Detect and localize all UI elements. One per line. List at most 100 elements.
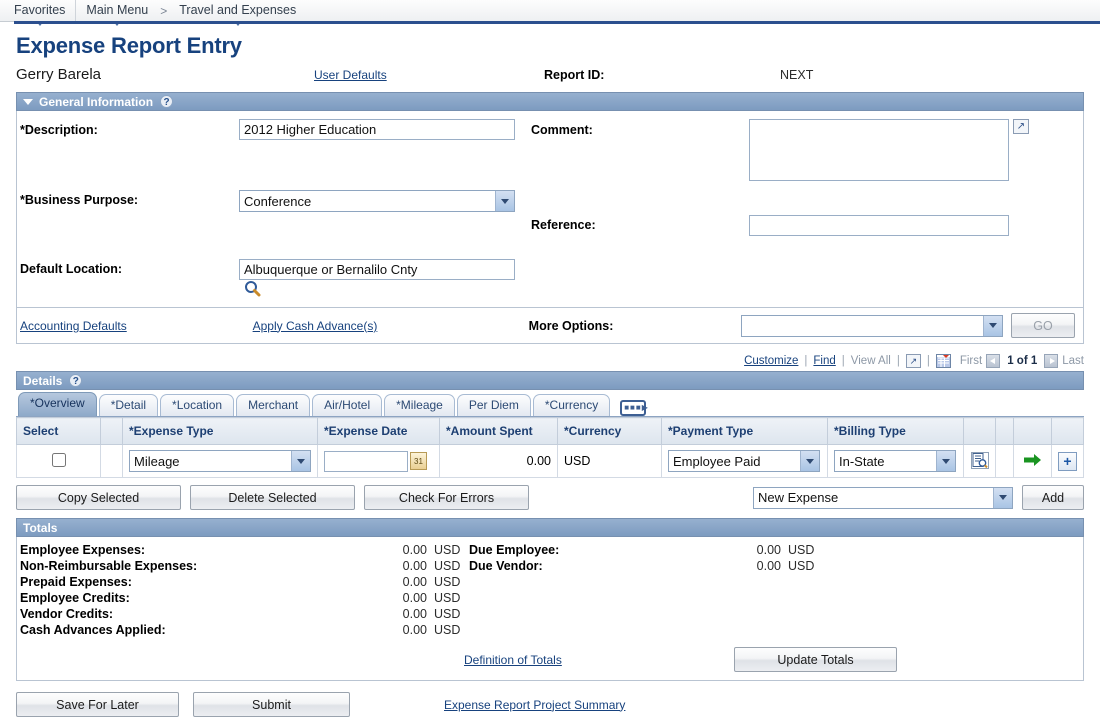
row-select-checkbox[interactable]: [51, 452, 66, 467]
reference-label: Reference:: [531, 218, 596, 232]
more-options-select[interactable]: [741, 314, 1003, 337]
col-spacer-1: [100, 417, 123, 445]
payment-type-select[interactable]: Employee Paid: [668, 450, 820, 472]
totals-panel: Employee Expenses: 0.00 USD Due Employee…: [16, 537, 1084, 681]
tab-location[interactable]: *Location: [160, 394, 235, 416]
view-all-link[interactable]: View All: [851, 355, 891, 367]
col-payment-type: *Payment Type: [661, 417, 828, 445]
total-currency: USD: [434, 559, 461, 573]
go-button[interactable]: GO: [1011, 313, 1075, 338]
tab-currency[interactable]: *Currency: [532, 394, 611, 416]
grid-toolbar: Customize | Find | View All | ↗ | First …: [744, 354, 1084, 368]
delete-selected-button[interactable]: Delete Selected: [190, 485, 355, 510]
apply-cash-advance-link[interactable]: Apply Cash Advance(s): [253, 319, 378, 333]
last-page-label[interactable]: Last: [1062, 355, 1084, 367]
description-label: *Description:: [20, 123, 98, 137]
help-icon[interactable]: ?: [160, 95, 174, 108]
total-value: 0.00: [756, 543, 781, 557]
total-value: 0.00: [402, 559, 427, 573]
comment-textarea[interactable]: [749, 119, 1009, 181]
total-label: Cash Advances Applied:: [20, 623, 166, 637]
total-value: 0.00: [402, 575, 427, 589]
total-currency: USD: [434, 543, 461, 557]
billing-type-select[interactable]: In-State: [834, 450, 956, 472]
add-row-button[interactable]: +: [1058, 451, 1077, 471]
report-id-value: NEXT: [780, 68, 814, 82]
breadcrumb-separator: >: [160, 3, 168, 18]
tab-per-diem[interactable]: Per Diem: [456, 394, 531, 416]
download-excel-icon[interactable]: [935, 354, 951, 368]
tab-mileage[interactable]: *Mileage: [384, 394, 455, 416]
totals-title: Totals: [23, 520, 58, 535]
nav-favorites[interactable]: Favorites: [4, 0, 77, 26]
nav-travel-and-expenses[interactable]: Travel and Expenses: [169, 0, 306, 26]
employee-name: Gerry Barela: [16, 66, 102, 83]
col-add-row: [1051, 417, 1084, 445]
reference-input[interactable]: [749, 215, 1009, 236]
previous-page-button[interactable]: [986, 354, 1001, 368]
identity-row: Gerry Barela User Defaults Report ID: NE…: [16, 66, 1100, 83]
default-location-input[interactable]: [239, 259, 515, 280]
accounting-defaults-link[interactable]: Accounting Defaults: [20, 319, 127, 333]
totals-header: Totals: [16, 518, 1084, 537]
expense-type-select[interactable]: Mileage: [129, 450, 311, 472]
details-tabs: *Overview *Detail *Location Merchant Air…: [16, 392, 1084, 417]
tab-overview[interactable]: *Overview: [18, 392, 97, 416]
user-defaults-link[interactable]: User Defaults: [314, 68, 387, 82]
show-all-columns-icon[interactable]: ■■■▶: [620, 400, 648, 416]
row-spacer-1: [100, 444, 123, 478]
new-expense-select[interactable]: New Expense: [753, 486, 1013, 509]
save-for-later-button[interactable]: Save For Later: [16, 692, 179, 717]
collapse-twisty-icon[interactable]: [23, 98, 33, 105]
row-expense-type-cell: Mileage: [122, 444, 318, 478]
search-icon[interactable]: [244, 280, 261, 297]
total-label: Employee Credits:: [20, 591, 130, 605]
add-button[interactable]: Add: [1022, 485, 1084, 510]
first-page-label[interactable]: First: [955, 355, 982, 367]
col-spacer-2: [995, 417, 1014, 445]
business-purpose-select[interactable]: Conference: [239, 190, 515, 212]
check-for-errors-button[interactable]: Check For Errors: [364, 485, 529, 510]
find-link[interactable]: Find: [813, 355, 835, 367]
footer-actions: Save For Later Submit Expense Report Pro…: [16, 692, 1084, 717]
breadcrumb-nav: Favorites Main Menu > Travel and Expense…: [0, 0, 1100, 26]
general-information-header[interactable]: General Information ?: [16, 92, 1084, 111]
total-label: Employee Expenses:: [20, 543, 146, 557]
header-accent-rule: [14, 21, 1100, 24]
expand-icon[interactable]: ↗: [1013, 119, 1029, 134]
next-page-button[interactable]: [1044, 354, 1059, 368]
copy-selected-button[interactable]: Copy Selected: [16, 485, 181, 510]
tab-detail[interactable]: *Detail: [98, 394, 159, 416]
col-amount-spent: *Amount Spent: [439, 417, 558, 445]
description-input[interactable]: [239, 119, 515, 140]
default-location-label: Default Location:: [20, 262, 123, 276]
total-currency: USD: [788, 559, 815, 573]
calendar-icon[interactable]: 31: [410, 452, 427, 470]
expense-date-input[interactable]: [324, 450, 408, 472]
page-header: Expense Report Entry Gerry Barela User D…: [0, 22, 1100, 83]
total-label: Prepaid Expenses:: [20, 575, 132, 589]
expense-details-table: Select *Expense Type *Expense Date *Amou…: [16, 417, 1084, 478]
page-indicator: 1 of 1: [1007, 355, 1038, 367]
go-arrow-icon[interactable]: [1023, 453, 1042, 467]
tab-air-hotel[interactable]: Air/Hotel: [312, 394, 383, 416]
customize-link[interactable]: Customize: [744, 355, 798, 367]
general-information-title: General Information: [39, 94, 154, 109]
details-title: Details: [23, 373, 63, 388]
expand-icon[interactable]: ↗: [905, 354, 921, 368]
help-icon[interactable]: ?: [69, 374, 83, 387]
tab-merchant[interactable]: Merchant: [236, 394, 311, 416]
general-information-panel: *Description: Comment: ↗ *Business Purpo…: [16, 111, 1084, 308]
col-select: Select: [16, 417, 101, 445]
expense-report-project-summary-link[interactable]: Expense Report Project Summary: [444, 698, 625, 712]
row-expense-date-cell: 31: [317, 444, 440, 478]
update-totals-button[interactable]: Update Totals: [734, 647, 897, 672]
total-value: 0.00: [756, 559, 781, 573]
definition-of-totals-link[interactable]: Definition of Totals: [464, 653, 562, 667]
col-detail-icon: [963, 417, 996, 445]
total-currency: USD: [788, 543, 815, 557]
expense-detail-icon[interactable]: [970, 451, 989, 469]
col-billing-type: *Billing Type: [827, 417, 964, 445]
total-value: 0.00: [402, 591, 427, 605]
nav-main-menu[interactable]: Main Menu: [76, 0, 158, 26]
